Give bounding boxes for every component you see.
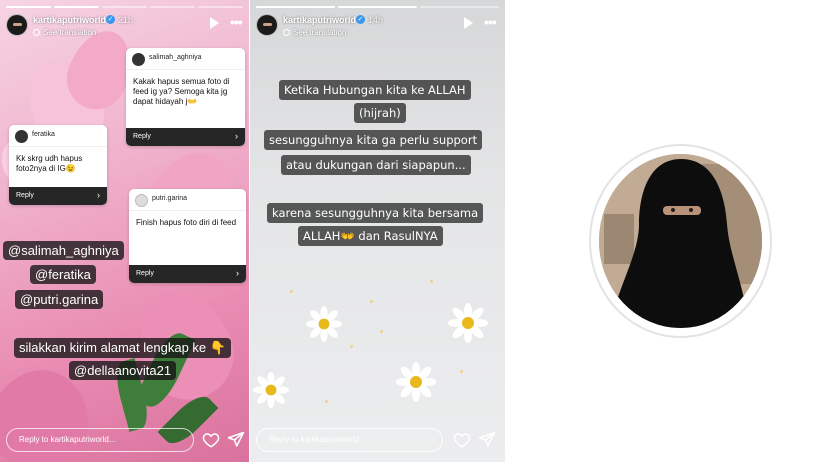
story-header: kartikaputriworld ✓ 14h See translation …	[256, 12, 497, 42]
story-time: 21h	[118, 15, 134, 25]
story-text-line: ALLAH👐 dan RasulNYA	[298, 226, 443, 246]
question-username: putri.garina	[152, 195, 188, 202]
daisy-flower	[253, 372, 289, 408]
decor-dot	[370, 300, 373, 303]
see-translation-label: See translation	[43, 28, 97, 37]
progress-segment	[150, 6, 195, 8]
globe-icon	[33, 29, 40, 36]
verified-badge-icon: ✓	[356, 15, 365, 24]
mention-tag[interactable]: @feratika	[30, 265, 96, 284]
story-message-line: silakkan kirim alamat lengkap ke 👇	[14, 338, 231, 358]
avatar[interactable]	[6, 14, 28, 36]
question-text: Finish hapus foto diri di feed	[136, 218, 237, 227]
screenshot-stage: kartikaputriworld ✓ 21h See translation …	[0, 0, 822, 462]
story-header: kartikaputriworld ✓ 21h See translation …	[6, 12, 243, 42]
more-icon[interactable]: •••	[484, 14, 497, 30]
avatar	[135, 194, 148, 207]
progress-segment	[256, 6, 335, 8]
progress-segment	[338, 6, 417, 8]
question-username: feratika	[32, 131, 55, 138]
story-text-line: Ketika Hubungan kita ke ALLAH	[279, 80, 471, 100]
progress-segment	[54, 6, 99, 8]
question-card-header: feratika	[9, 125, 107, 147]
play-icon[interactable]	[210, 17, 219, 29]
story-text-line: (hijrah)	[354, 103, 406, 123]
chevron-right-icon: ›	[235, 131, 238, 141]
question-card-header: putri.garina	[129, 189, 246, 211]
question-username: salimah_aghniya	[149, 54, 202, 61]
daisy-flower	[448, 303, 488, 343]
daisy-flower	[396, 362, 436, 402]
question-reply-button[interactable]: Reply ›	[9, 187, 107, 205]
veiled-woman-illustration	[599, 154, 762, 328]
question-card: putri.garina Finish hapus foto diri di f…	[129, 189, 246, 283]
story-panel-2[interactable]: kartikaputriworld ✓ 14h See translation …	[250, 0, 505, 462]
question-reply-button[interactable]: Reply ›	[126, 128, 245, 146]
heart-icon[interactable]	[453, 431, 471, 449]
progress-segment	[102, 6, 147, 8]
reply-placeholder: Reply to kartikaputriworld...	[269, 435, 366, 444]
question-text: Kk skrg udh hapus foto2nya di IG😉	[16, 154, 83, 173]
globe-icon	[283, 29, 290, 36]
username[interactable]: kartikaputriworld	[283, 15, 356, 25]
progress-segment	[198, 6, 243, 8]
play-icon[interactable]	[464, 17, 473, 29]
avatar	[15, 130, 28, 143]
chevron-right-icon: ›	[236, 268, 239, 278]
question-card: feratika Kk skrg udh hapus foto2nya di I…	[9, 125, 107, 205]
mention-tag[interactable]: @dellaanovita21	[69, 361, 177, 380]
reply-input[interactable]: Reply to kartikaputriworld...	[256, 428, 443, 452]
see-translation-link[interactable]: See translation	[283, 28, 346, 37]
story-text-line: karena sesungguhnya kita bersama	[267, 203, 484, 223]
reply-input[interactable]: Reply to kartikaputriworld...	[6, 428, 194, 452]
story-time: 14h	[368, 15, 384, 25]
decor-dot	[460, 370, 463, 373]
decor-dot	[290, 290, 293, 293]
decor-dot	[430, 280, 433, 283]
story-progress	[256, 6, 499, 8]
reply-label: Reply	[136, 270, 154, 277]
decor-dot	[380, 330, 383, 333]
question-text: Kakak hapus semua foto di feed ig ya? Se…	[133, 77, 230, 106]
chevron-right-icon: ›	[97, 190, 100, 200]
story-text-line: atau dukungan dari siapapun...	[281, 155, 471, 175]
decor-dot	[350, 345, 353, 348]
username[interactable]: kartikaputriworld	[33, 15, 106, 25]
verified-badge-icon: ✓	[106, 15, 115, 24]
question-card: salimah_aghniya Kakak hapus semua foto d…	[126, 48, 245, 146]
profile-photo	[599, 154, 762, 328]
daisy-flower	[306, 306, 342, 342]
story-text-line: sesungguhnya kita ga perlu support	[264, 130, 483, 150]
see-translation-link[interactable]: See translation	[33, 28, 96, 37]
send-icon[interactable]	[227, 431, 245, 449]
progress-segment	[420, 6, 499, 8]
story-panel-1[interactable]: kartikaputriworld ✓ 21h See translation …	[0, 0, 249, 462]
mention-tag[interactable]: @putri.garina	[15, 290, 104, 309]
question-reply-button[interactable]: Reply ›	[129, 265, 246, 283]
send-icon[interactable]	[478, 431, 496, 449]
story-progress	[6, 6, 243, 8]
more-icon[interactable]: •••	[230, 14, 243, 30]
question-card-header: salimah_aghniya	[126, 48, 245, 70]
progress-segment	[6, 6, 51, 8]
mention-tag[interactable]: @salimah_aghniya	[3, 241, 124, 260]
reply-label: Reply	[133, 133, 151, 140]
profile-picture	[591, 146, 770, 336]
reply-label: Reply	[16, 192, 34, 199]
decor-dot	[325, 400, 328, 403]
see-translation-label: See translation	[293, 28, 347, 37]
heart-icon[interactable]	[202, 431, 220, 449]
reply-placeholder: Reply to kartikaputriworld...	[19, 435, 116, 444]
avatar	[132, 53, 145, 66]
avatar[interactable]	[256, 14, 278, 36]
